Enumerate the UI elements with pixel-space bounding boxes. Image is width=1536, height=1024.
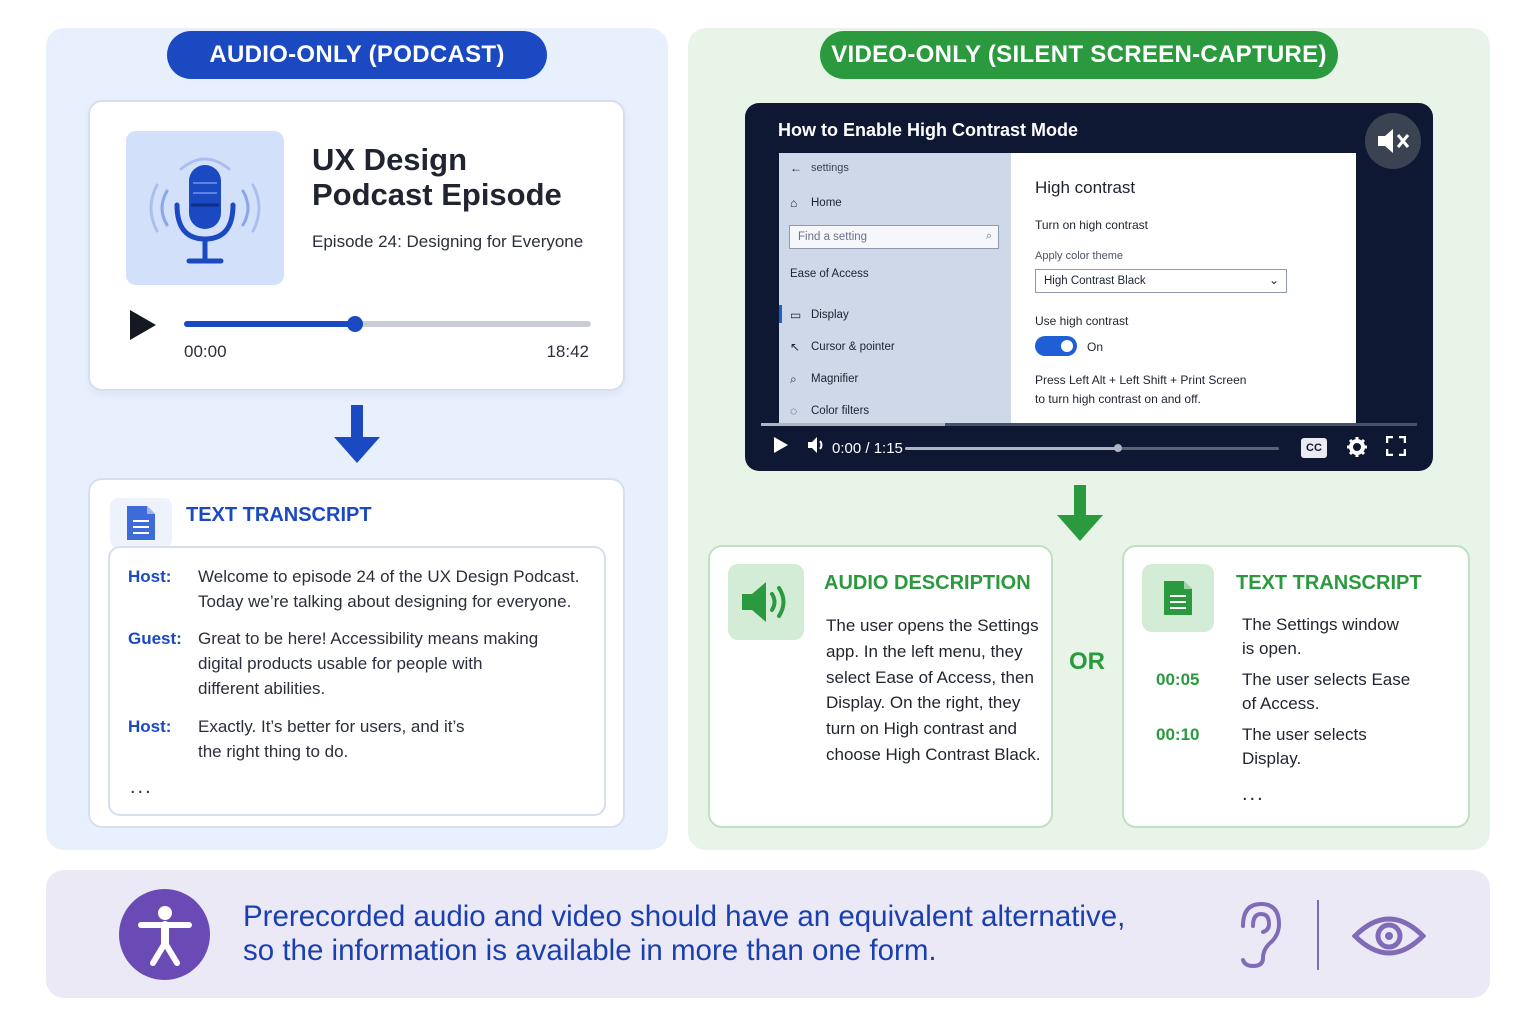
high-contrast-heading: High contrast [1035,178,1136,197]
settings-menu-item[interactable]: Cursor & pointer [811,341,895,353]
time-end: 18:42 [546,342,589,361]
volume-icon[interactable] [807,436,827,458]
transcript-title: TEXT TRANSCRIPT [186,504,372,526]
speaker-label: Host: [128,567,172,586]
speaker-icon [728,564,804,640]
episode-subtitle: Episode 24: Designing for Everyone [312,232,584,251]
search-icon: ⌕ [985,230,992,242]
transcript-line: Host: Welcome to episode 24 of the UX De… [128,564,579,614]
video-controls: 0:00 / 1:15 CC [745,431,1433,467]
speech-text: Welcome to episode 24 of the UX Design P… [198,567,580,611]
shortcut-hint: to turn high contrast on and off. [1035,392,1201,406]
fullscreen-icon[interactable] [1385,435,1407,460]
video-only-label: VIDEO-ONLY (SILENT SCREEN-CAPTURE) [820,31,1338,79]
toggle-knob [1061,340,1073,352]
video-play-button[interactable] [773,436,789,458]
audio-only-label: AUDIO-ONLY (PODCAST) [167,31,547,79]
transcript-ellipsis: ... [1242,783,1265,805]
down-arrow-icon [334,405,380,470]
gear-icon[interactable] [1346,436,1368,462]
audio-description-text: The user opens the Settings app. In the … [826,616,1041,764]
eye-icon [1351,914,1427,963]
color-filters-icon: ◌ [790,404,798,418]
footer-banner: Prerecorded audio and video should have … [46,870,1490,998]
timestamp: 00:05 [1156,670,1200,689]
use-high-contrast-label: Use high contrast [1035,314,1129,328]
speaker-label: Host: [128,717,172,736]
settings-group-label: Ease of Access [790,268,869,280]
accessibility-icon [119,889,210,980]
settings-menu-item[interactable]: Color filters [811,405,869,417]
mute-button[interactable] [1365,113,1421,169]
transcript-entry: The Settings window is open. [1156,613,1442,661]
video-transcript-title: TEXT TRANSCRIPT [1236,572,1422,594]
captions-button[interactable]: CC [1301,438,1327,458]
speech-text: Exactly. It’s better for users, and it’s… [198,717,465,761]
down-arrow-icon [1057,485,1103,548]
cursor-icon: ↖ [790,340,801,354]
transcript-ellipsis: ... [130,776,153,798]
chevron-down-icon: ⌄ [1268,273,1279,287]
timestamp [1156,613,1242,661]
timestamp: 00:10 [1156,725,1200,744]
podcast-transcript-card: TEXT TRANSCRIPT Host: Welcome to episode… [88,478,625,828]
settings-menu-item[interactable]: Display [811,309,849,321]
transcript-entry: 00:05 The user selects Ease of Access. [1156,668,1442,716]
find-setting-input[interactable]: Find a setting ⌕ [789,225,999,249]
theme-select[interactable]: High Contrast Black ⌄ [1035,269,1287,293]
home-icon: ⌂ [790,196,798,210]
magnifier-icon: ⌕ [790,372,797,386]
volume-slider[interactable] [905,444,1279,452]
or-label: OR [1069,648,1105,675]
theme-label: Apply color theme [1035,250,1124,262]
transcript-entry-text: The Settings window is open. [1242,615,1399,658]
microphone-icon [126,131,284,285]
settings-menu-item[interactable]: Magnifier [811,373,858,385]
transcript-entry-text: The user selects Display. [1242,725,1367,768]
video-seek-fill [761,423,945,426]
muted-speaker-icon [1378,129,1410,153]
audio-description-card: AUDIO DESCRIPTION The user opens the Set… [708,545,1053,828]
transcript-line: Host: Exactly. It’s better for users, an… [128,714,464,764]
toggle-state: On [1087,340,1104,354]
speaker-label: Guest: [128,629,182,648]
high-contrast-toggle[interactable] [1035,336,1077,356]
settings-screenshot: ← settings ⌂ Home Find a setting ⌕ Ease … [779,153,1356,423]
audio-description-title: AUDIO DESCRIPTION [824,572,1031,594]
volume-fill [905,447,1119,450]
ear-icon [1231,900,1285,975]
play-button[interactable] [128,309,158,346]
footer-divider [1317,900,1319,970]
settings-sidebar: ← settings ⌂ Home Find a setting ⌕ Ease … [779,153,1011,423]
display-icon: ▭ [790,308,802,322]
speech-text: Great to be here! Accessibility means ma… [198,629,539,698]
audio-progress-handle[interactable] [346,316,363,332]
turn-on-label: Turn on high contrast [1035,218,1148,232]
transcript-line: Guest: Great to be here! Accessibility m… [128,626,538,701]
audio-progress-fill [184,321,355,327]
transcript-body: Host: Welcome to episode 24 of the UX De… [108,546,606,816]
video-title: How to Enable High Contrast Mode [778,120,1078,140]
video-time: 0:00 / 1:15 [832,440,903,457]
audio-progress-bar[interactable] [184,316,591,332]
video-seek-bar[interactable] [761,423,1417,426]
selected-indicator [779,305,782,323]
time-start: 00:00 [184,342,227,361]
settings-app-title: settings [811,162,849,174]
shortcut-hint: Press Left Alt + Left Shift + Print Scre… [1035,373,1247,387]
podcast-title: UX Design Podcast Episode [312,142,562,212]
document-icon [110,498,172,548]
volume-handle[interactable] [1114,444,1123,452]
video-player[interactable]: How to Enable High Contrast Mode ← setti… [745,103,1433,471]
podcast-player-card: UX Design Podcast Episode Episode 24: De… [88,100,625,391]
back-arrow-icon: ← [790,161,802,175]
transcript-entry-text: The user selects Ease of Access. [1242,670,1411,713]
settings-home: Home [811,197,842,209]
footer-message: Prerecorded audio and video should have … [243,900,1126,967]
transcript-entry: 00:10 The user selects Display. [1156,723,1442,771]
video-transcript-card: TEXT TRANSCRIPT The Settings window is o… [1122,545,1470,828]
